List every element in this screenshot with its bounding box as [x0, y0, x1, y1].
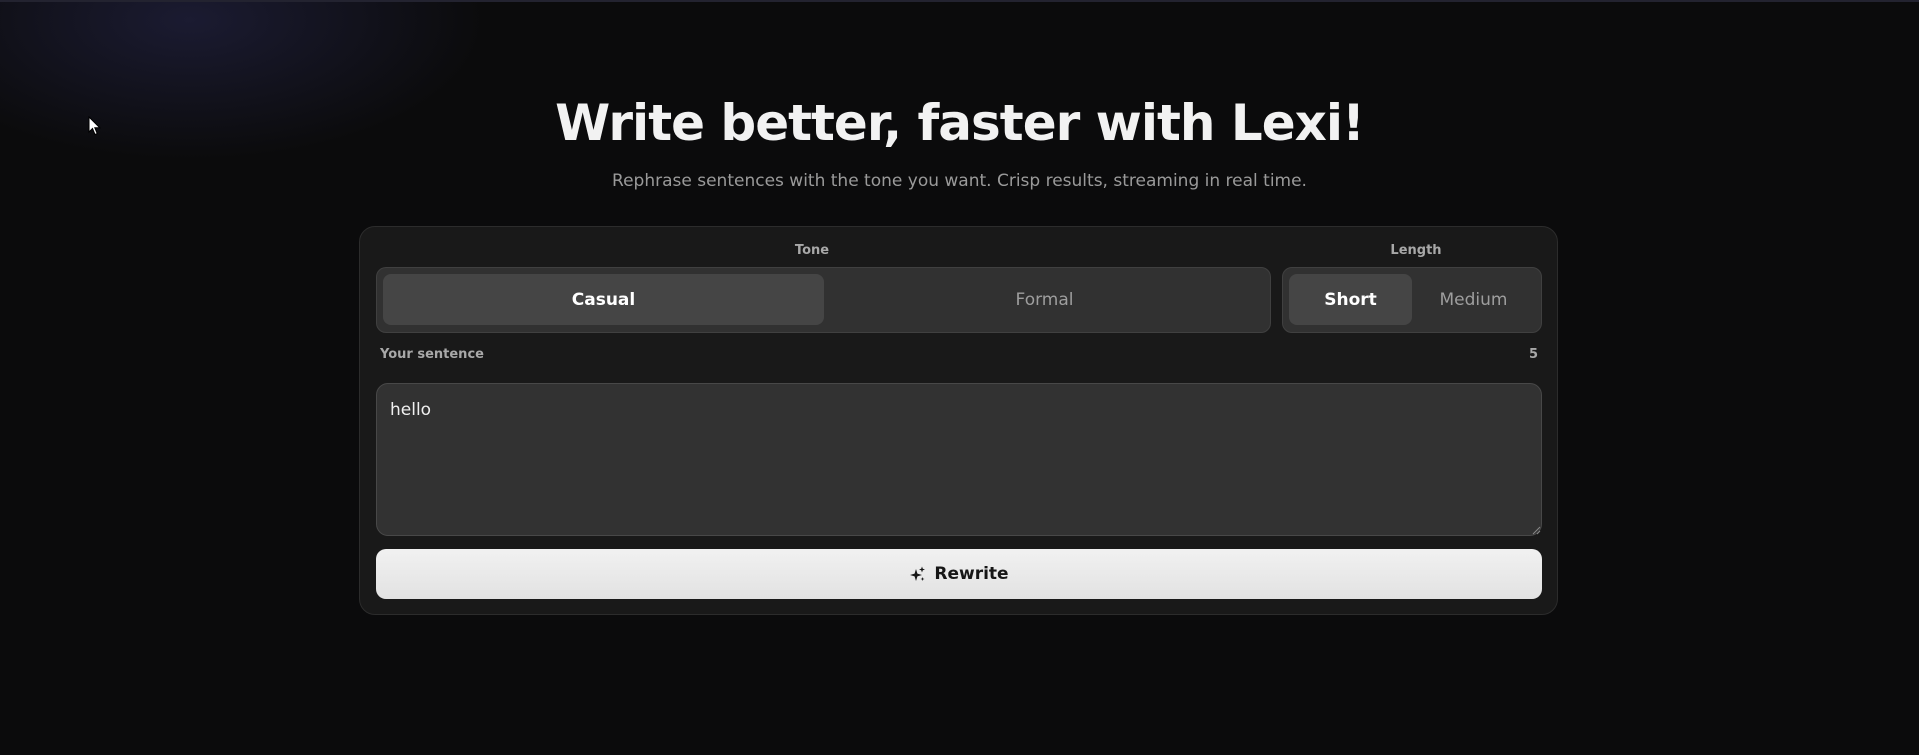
top-divider [0, 0, 1919, 2]
length-option-short[interactable]: Short [1289, 274, 1412, 325]
resize-handle-icon[interactable] [1532, 526, 1541, 535]
rewrite-button[interactable]: Rewrite [376, 549, 1542, 599]
length-option-medium[interactable]: Medium [1412, 274, 1535, 325]
tone-selector: Casual Formal [376, 267, 1271, 333]
length-selector: Short Medium [1282, 267, 1542, 333]
sparkles-icon [910, 566, 926, 581]
sentence-input[interactable] [376, 383, 1542, 536]
page: Write better, faster with Lexi! Rephrase… [0, 0, 1919, 755]
character-count: 5 [1528, 347, 1538, 362]
sentence-label: Your sentence [380, 347, 484, 362]
rewrite-card: Tone Length Casual Formal Short Medium Y… [359, 226, 1558, 615]
page-subtitle: Rephrase sentences with the tone you wan… [612, 171, 1307, 191]
tone-label: Tone [794, 243, 830, 258]
length-label: Length [1390, 243, 1442, 258]
page-title: Write better, faster with Lexi! [555, 94, 1365, 152]
tone-option-formal[interactable]: Formal [824, 274, 1265, 325]
rewrite-button-label: Rewrite [934, 564, 1009, 584]
tone-option-casual[interactable]: Casual [383, 274, 824, 325]
